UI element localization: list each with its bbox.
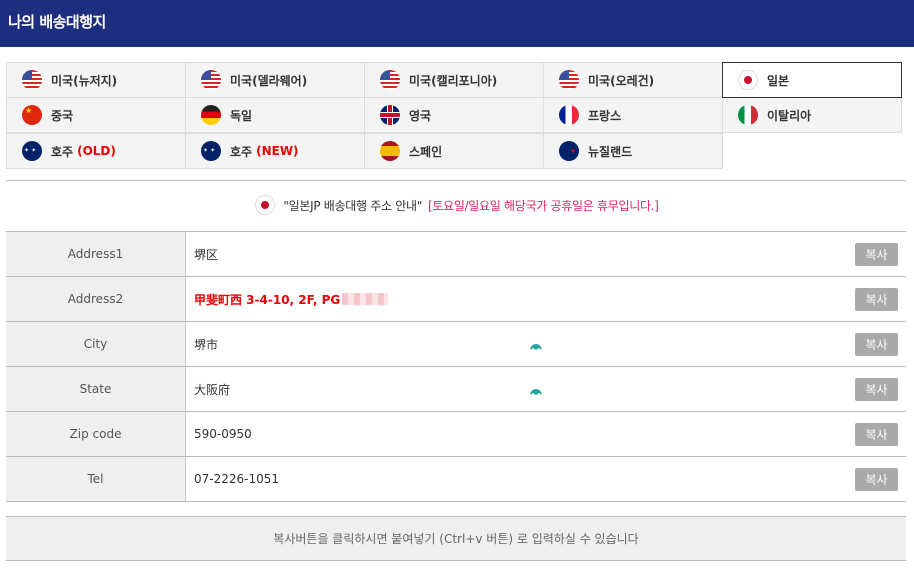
- country-tab-us-ca[interactable]: 미국(캘리포니아): [364, 62, 544, 98]
- country-tab-es[interactable]: 스페인: [364, 133, 544, 169]
- us-flag-icon: [559, 70, 579, 90]
- au-flag-icon: [201, 141, 221, 161]
- es-flag-icon: [380, 141, 400, 161]
- empty-cell: [722, 133, 902, 169]
- address-notice: "일본JP 배송대행 주소 안내" [토요일/일요일 해당국가 공휴일은 휴무입…: [0, 194, 914, 216]
- country-label: 뉴질랜드: [588, 144, 633, 159]
- country-label: 미국(오레건): [588, 73, 655, 88]
- row-label: Tel: [6, 457, 186, 501]
- row-value: 大阪府: [186, 367, 906, 411]
- table-row: Address2 甲斐町西 3-4-10, 2F, PG 복사: [6, 277, 906, 322]
- country-label: 미국(델라웨어): [230, 73, 308, 88]
- table-row: Address1 堺区 복사: [6, 232, 906, 277]
- row-label: State: [6, 367, 186, 411]
- section-divider: [6, 180, 906, 181]
- copy-zip-button[interactable]: 복사: [855, 423, 898, 446]
- country-label: 프랑스: [588, 108, 622, 123]
- country-label: 이탈리아: [767, 108, 812, 123]
- country-label: 미국(뉴저지): [51, 73, 118, 88]
- country-tab-us-de[interactable]: 미국(델라웨어): [185, 62, 365, 98]
- country-tab-au-old[interactable]: 호주(OLD): [6, 133, 186, 169]
- row-value: 甲斐町西 3-4-10, 2F, PG: [186, 277, 906, 321]
- cursor-icon: [530, 344, 542, 350]
- fr-flag-icon: [559, 105, 579, 125]
- row-label: Address1: [6, 232, 186, 276]
- city-value: 堺市: [194, 337, 219, 352]
- copy-tel-button[interactable]: 복사: [855, 468, 898, 491]
- country-label: 영국: [409, 108, 432, 123]
- row-value: 590-0950: [186, 412, 906, 456]
- row-label: City: [6, 322, 186, 366]
- country-row: 중국 독일 영국 프랑스 이탈리아: [6, 97, 906, 134]
- country-tab-nz[interactable]: 뉴질랜드: [543, 133, 723, 169]
- jp-flag-icon: [738, 70, 758, 90]
- uk-flag-icon: [380, 105, 400, 125]
- country-label: 호주: [51, 144, 74, 159]
- cursor-icon: [530, 389, 542, 395]
- notice-title: "일본JP 배송대행 주소 안내": [283, 198, 422, 213]
- country-label: 호주: [230, 144, 253, 159]
- country-label: 스페인: [409, 144, 443, 159]
- copy-city-button[interactable]: 복사: [855, 333, 898, 356]
- de-flag-icon: [201, 105, 221, 125]
- country-tab-us-or[interactable]: 미국(오레건): [543, 62, 723, 98]
- zip-value: 590-0950: [194, 427, 252, 441]
- row-label: Address2: [6, 277, 186, 321]
- copy-address1-button[interactable]: 복사: [855, 243, 898, 266]
- state-value: 大阪府: [194, 382, 231, 397]
- country-row: 미국(뉴저지) 미국(델라웨어) 미국(캘리포니아) 미국(오레건) 일본: [6, 62, 906, 98]
- country-tab-de[interactable]: 독일: [185, 97, 365, 133]
- row-value: 堺市: [186, 322, 906, 366]
- country-tab-jp[interactable]: 일본: [722, 62, 902, 98]
- table-row: Zip code 590-0950 복사: [6, 412, 906, 457]
- country-label: 일본: [767, 73, 790, 88]
- au-flag-icon: [22, 141, 42, 161]
- table-row: State 大阪府 복사: [6, 367, 906, 412]
- tel-value: 07-2226-1051: [194, 472, 280, 486]
- table-row: Tel 07-2226-1051 복사: [6, 457, 906, 502]
- country-suffix: (NEW): [256, 144, 299, 158]
- page-header: 나의 배송대행지: [0, 0, 914, 47]
- us-flag-icon: [22, 70, 42, 90]
- row-label: Zip code: [6, 412, 186, 456]
- country-label: 독일: [230, 108, 253, 123]
- address2-value: 甲斐町西 3-4-10, 2F, PG: [194, 292, 341, 307]
- country-row: 호주(OLD) 호주(NEW) 스페인 뉴질랜드: [6, 133, 906, 170]
- copy-help-note: 복사버튼을 클릭하시면 붙여넣기 (Ctrl+v 버튼) 로 입력하실 수 있습…: [6, 516, 906, 561]
- nz-flag-icon: [559, 141, 579, 161]
- table-row: City 堺市 복사: [6, 322, 906, 367]
- country-label: 미국(캘리포니아): [409, 73, 498, 88]
- copy-state-button[interactable]: 복사: [855, 378, 898, 401]
- it-flag-icon: [738, 105, 758, 125]
- country-tab-au-new[interactable]: 호주(NEW): [185, 133, 365, 169]
- cn-flag-icon: [22, 105, 42, 125]
- address1-value: 堺区: [194, 247, 219, 262]
- country-selector: 미국(뉴저지) 미국(델라웨어) 미국(캘리포니아) 미국(오레건) 일본 중국…: [6, 62, 906, 170]
- country-tab-uk[interactable]: 영국: [364, 97, 544, 133]
- country-tab-us-nj[interactable]: 미국(뉴저지): [6, 62, 186, 98]
- notice-holiday: [토요일/일요일 해당국가 공휴일은 휴무입니다.]: [427, 198, 659, 213]
- row-value: 堺区: [186, 232, 906, 276]
- country-tab-it[interactable]: 이탈리아: [722, 97, 902, 133]
- country-tab-cn[interactable]: 중국: [6, 97, 186, 133]
- row-value: 07-2226-1051: [186, 457, 906, 501]
- redacted-mailbox: [342, 293, 389, 305]
- us-flag-icon: [380, 70, 400, 90]
- country-suffix: (OLD): [77, 144, 116, 158]
- copy-address2-button[interactable]: 복사: [855, 288, 898, 311]
- country-tab-fr[interactable]: 프랑스: [543, 97, 723, 133]
- us-flag-icon: [201, 70, 221, 90]
- address-table: Address1 堺区 복사 Address2 甲斐町西 3-4-10, 2F,…: [6, 231, 906, 502]
- jp-flag-icon: [255, 195, 276, 215]
- country-label: 중국: [51, 108, 74, 123]
- page-title: 나의 배송대행지: [8, 13, 106, 31]
